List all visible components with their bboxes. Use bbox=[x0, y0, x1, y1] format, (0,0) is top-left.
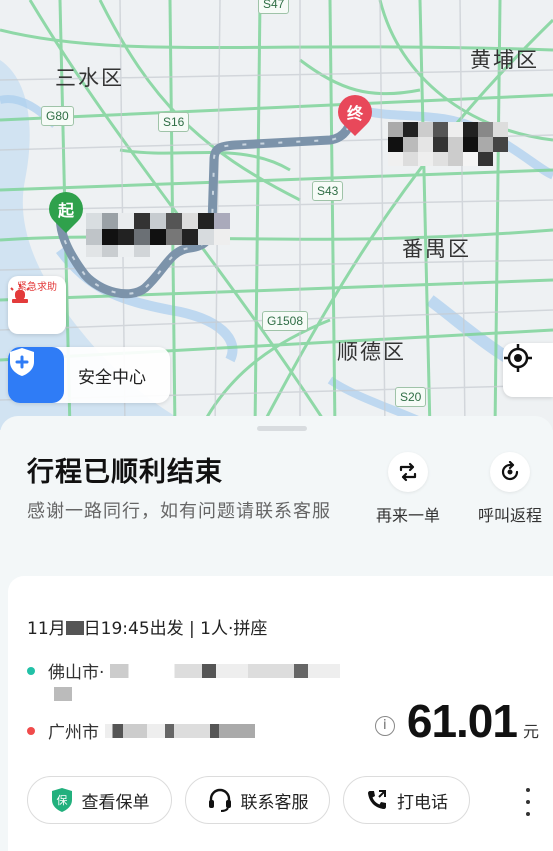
road-tag: G80 bbox=[41, 106, 74, 126]
road-tag: S47 bbox=[258, 0, 290, 14]
trip-status-subtitle: 感谢一路同行，如有问题请联系客服 bbox=[27, 501, 331, 522]
trip-price: 61.01 bbox=[406, 695, 518, 747]
return-trip-label: 呼叫返程 bbox=[477, 506, 542, 525]
price-row[interactable]: i 61.01 元 bbox=[374, 694, 539, 748]
headset-icon bbox=[207, 788, 233, 812]
destination-address: 广州市 bbox=[27, 718, 255, 743]
road-tag: G1508 bbox=[262, 311, 309, 331]
more-options-icon[interactable] bbox=[518, 788, 538, 816]
reorder-button[interactable]: 再来一单 bbox=[363, 452, 453, 526]
reorder-label: 再来一单 bbox=[375, 506, 440, 525]
safety-center-button[interactable]: 安全中心 bbox=[8, 347, 170, 403]
locate-icon bbox=[504, 344, 532, 372]
return-trip-button[interactable]: 呼叫返程 bbox=[465, 452, 553, 526]
contact-support-label: 联系客服 bbox=[240, 792, 309, 813]
alarm-light-icon bbox=[10, 284, 30, 303]
start-pin: 起 bbox=[41, 184, 91, 234]
redacted-destination bbox=[105, 723, 255, 738]
redacted-origin-line2 bbox=[54, 687, 72, 701]
redacted-end-label bbox=[388, 122, 508, 166]
road-tag: S20 bbox=[395, 387, 427, 407]
emergency-help-button[interactable]: 紧急求助 bbox=[8, 276, 66, 334]
place-label-panyu: 番禺区 bbox=[402, 237, 471, 261]
destination-dot bbox=[27, 726, 35, 735]
map-view[interactable]: 三水区 黄埔区 番禺区 顺德区 S47 G80 S16 S43 G1508 S2… bbox=[0, 0, 553, 430]
locate-button[interactable] bbox=[503, 343, 553, 397]
trip-status-title: 行程已顺利结束 bbox=[27, 457, 223, 488]
origin-dot bbox=[27, 666, 35, 675]
svg-text:保: 保 bbox=[56, 793, 67, 807]
call-label: 打电话 bbox=[397, 792, 448, 813]
trip-time: 11月 日19:45出发 | 1人·拼座 bbox=[27, 619, 268, 639]
trip-summary-panel: 行程已顺利结束 感谢一路同行，如有问题请联系客服 再来一单 呼叫返程 11月 日1… bbox=[0, 416, 553, 851]
insurance-icon: 保 bbox=[50, 787, 74, 813]
view-insurance-button[interactable]: 保 查看保单 bbox=[27, 776, 172, 824]
view-insurance-label: 查看保单 bbox=[81, 792, 150, 813]
call-button[interactable]: 打电话 bbox=[343, 776, 470, 824]
road-tag: S16 bbox=[158, 112, 190, 132]
safety-center-label: 安全中心 bbox=[78, 367, 146, 388]
repeat-icon bbox=[388, 452, 428, 492]
info-icon[interactable]: i bbox=[374, 716, 395, 736]
drag-handle[interactable] bbox=[257, 426, 307, 431]
redacted-start-label bbox=[86, 213, 236, 257]
place-label-shunde: 顺德区 bbox=[337, 340, 406, 364]
price-unit: 元 bbox=[522, 722, 539, 741]
contact-support-button[interactable]: 联系客服 bbox=[185, 776, 330, 824]
origin-address: 佛山市· bbox=[27, 658, 341, 683]
shield-icon bbox=[8, 347, 64, 403]
place-label-sanshui: 三水区 bbox=[55, 66, 124, 90]
phone-icon bbox=[365, 788, 389, 812]
end-pin: 终 bbox=[330, 87, 380, 137]
redacted-origin bbox=[110, 663, 341, 678]
return-trip-icon bbox=[490, 452, 530, 492]
place-label-huangpu: 黄埔区 bbox=[470, 48, 539, 72]
road-tag: S43 bbox=[312, 181, 344, 201]
redacted-date bbox=[65, 621, 84, 635]
